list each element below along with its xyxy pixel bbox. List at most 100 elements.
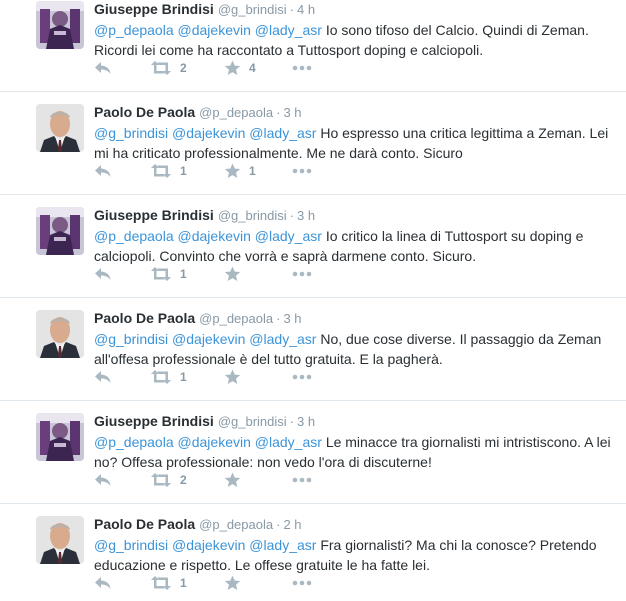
mention-link[interactable]: @g_brindisi [94, 331, 168, 347]
mention-link[interactable]: @lady_asr [249, 537, 316, 553]
favorite-button[interactable] [224, 471, 249, 489]
avatar[interactable] [36, 516, 84, 564]
tweet-text: @g_brindisi @dajekevin @lady_asr Ho espr… [94, 123, 612, 163]
author-handle[interactable]: @g_brindisi [218, 208, 287, 223]
favorite-button[interactable]: 4 [224, 59, 256, 77]
mention-link[interactable]: @dajekevin [178, 434, 251, 450]
mention-link[interactable]: @dajekevin [178, 22, 251, 38]
author-name[interactable]: Paolo De Paola [94, 104, 195, 120]
separator: · [276, 517, 281, 532]
author-handle[interactable]: @p_depaola [199, 311, 273, 326]
tweet[interactable]: Giuseppe Brindisi @g_brindisi · 3 h @p_depa… [0, 401, 626, 504]
retweet-button[interactable]: 2 [150, 59, 187, 77]
retweet-count: 2 [180, 61, 187, 75]
reply-button[interactable] [94, 265, 112, 283]
retweet-button[interactable]: 2 [150, 471, 187, 489]
mention-link[interactable]: @lady_asr [255, 228, 322, 244]
more-options-button[interactable] [292, 368, 312, 386]
retweet-count: 1 [180, 164, 187, 178]
timestamp[interactable]: 3 h [283, 105, 301, 120]
reply-button[interactable] [94, 368, 112, 386]
favorite-button[interactable] [224, 368, 249, 386]
favorite-button[interactable]: 1 [224, 162, 256, 180]
mention-link[interactable]: @p_depaola [94, 434, 174, 450]
avatar-depaola-icon [36, 104, 84, 152]
mention-link[interactable]: @dajekevin [178, 228, 251, 244]
more-dots-icon [292, 65, 312, 71]
retweet-button[interactable]: 1 [150, 574, 187, 592]
timestamp[interactable]: 3 h [283, 311, 301, 326]
favorite-count: 4 [249, 61, 256, 75]
star-icon [224, 369, 241, 384]
mention-link[interactable]: @dajekevin [172, 537, 245, 553]
mention-link[interactable]: @lady_asr [255, 434, 322, 450]
mention-link[interactable]: @dajekevin [172, 331, 245, 347]
timestamp[interactable]: 2 h [283, 517, 301, 532]
avatar[interactable] [36, 1, 84, 49]
reply-button[interactable] [94, 59, 112, 77]
mention-link[interactable]: @p_depaola [94, 22, 174, 38]
retweet-count: 2 [180, 473, 187, 487]
avatar-brindisi-icon [36, 1, 84, 49]
retweet-icon [151, 61, 171, 75]
author-handle[interactable]: @g_brindisi [218, 2, 287, 17]
avatar[interactable] [36, 310, 84, 358]
reply-button[interactable] [94, 574, 112, 592]
retweet-icon [151, 267, 171, 281]
mention-link[interactable]: @dajekevin [172, 125, 245, 141]
avatar-depaola-icon [36, 516, 84, 564]
author-name[interactable]: Paolo De Paola [94, 310, 195, 326]
author-name[interactable]: Giuseppe Brindisi [94, 1, 214, 17]
tweet[interactable]: Giuseppe Brindisi @g_brindisi · 4 h @p_depa… [0, 0, 626, 92]
mention-link[interactable]: @g_brindisi [94, 537, 168, 553]
tweet-body: No, due cose diverse. Il passaggio da Ze… [94, 331, 602, 367]
more-options-button[interactable] [292, 574, 312, 592]
tweet[interactable]: Paolo De Paola @p_depaola · 2 h @g_brindisi… [0, 504, 626, 601]
retweet-icon [151, 164, 171, 178]
timestamp[interactable]: 4 h [297, 2, 315, 17]
mention-link[interactable]: @lady_asr [249, 125, 316, 141]
tweet[interactable]: Paolo De Paola @p_depaola · 3 h @g_brindisi… [0, 92, 626, 195]
retweet-count: 1 [180, 576, 187, 590]
more-options-button[interactable] [292, 162, 312, 180]
tweet-timeline: Giuseppe Brindisi @g_brindisi · 4 h @p_depa… [0, 0, 626, 601]
mention-link[interactable]: @lady_asr [255, 22, 322, 38]
mention-link[interactable]: @g_brindisi [94, 125, 168, 141]
more-options-button[interactable] [292, 59, 312, 77]
avatar[interactable] [36, 413, 84, 461]
retweet-button[interactable]: 1 [150, 162, 187, 180]
tweet[interactable]: Giuseppe Brindisi @g_brindisi · 3 h @p_depa… [0, 195, 626, 298]
timestamp[interactable]: 3 h [297, 414, 315, 429]
more-options-button[interactable] [292, 265, 312, 283]
star-icon [224, 472, 241, 487]
avatar[interactable] [36, 104, 84, 152]
reply-button[interactable] [94, 162, 112, 180]
separator: · [276, 311, 281, 326]
retweet-icon [151, 576, 171, 590]
retweet-button[interactable]: 1 [150, 265, 187, 283]
retweet-count: 1 [180, 370, 187, 384]
reply-icon [95, 165, 111, 177]
author-handle[interactable]: @p_depaola [199, 105, 273, 120]
retweet-count: 1 [180, 267, 187, 281]
favorite-button[interactable] [224, 265, 249, 283]
timestamp[interactable]: 3 h [297, 208, 315, 223]
retweet-icon [151, 370, 171, 384]
more-dots-icon [292, 580, 312, 586]
mention-link[interactable]: @lady_asr [249, 331, 316, 347]
more-options-button[interactable] [292, 471, 312, 489]
mention-link[interactable]: @p_depaola [94, 228, 174, 244]
author-name[interactable]: Paolo De Paola [94, 516, 195, 532]
retweet-button[interactable]: 1 [150, 368, 187, 386]
author-name[interactable]: Giuseppe Brindisi [94, 207, 214, 223]
reply-icon [95, 268, 111, 280]
author-name[interactable]: Giuseppe Brindisi [94, 413, 214, 429]
favorite-button[interactable] [224, 574, 249, 592]
avatar[interactable] [36, 207, 84, 255]
tweet-text: @g_brindisi @dajekevin @lady_asr No, due… [94, 329, 612, 369]
author-handle[interactable]: @p_depaola [199, 517, 273, 532]
separator: · [289, 414, 294, 429]
tweet[interactable]: Paolo De Paola @p_depaola · 3 h @g_brindisi… [0, 298, 626, 401]
author-handle[interactable]: @g_brindisi [218, 414, 287, 429]
reply-button[interactable] [94, 471, 112, 489]
